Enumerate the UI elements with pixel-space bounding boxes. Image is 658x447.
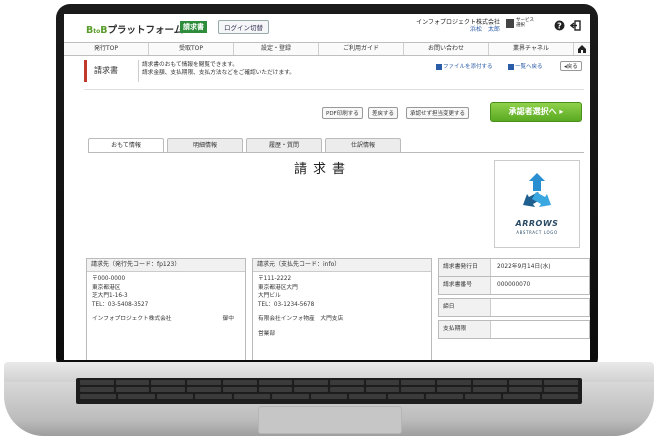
page-title-text: 請求書 <box>94 66 118 75</box>
closing-date-label: 締日 <box>439 299 491 316</box>
keyboard <box>76 378 582 404</box>
billing-to-company-row: インフォプロジェクト株式会社 御中 <box>92 315 240 324</box>
home-icon[interactable] <box>574 43 590 55</box>
billing-to-body: 〒000-0000 東京都港区 芝大門1-16-3 TEL：03-5408-35… <box>87 272 245 327</box>
tab-bar: おもて情報 明細情報 履歴・質問 仕訳情報 <box>88 138 401 153</box>
nav-issue-top[interactable]: 発行TOP <box>64 43 149 55</box>
billing-from-address-2: 大門ビル <box>258 293 281 300</box>
company-logo-box: ARROWS ABSTRACT LOGO <box>494 160 580 248</box>
invoice-number-row: 請求書番号 000000070 <box>438 276 590 295</box>
billing-from-company: 有限会社インフォ物産 大門支店 <box>258 316 344 323</box>
heading-divider <box>138 60 139 82</box>
question-circle-icon[interactable]: ? <box>554 20 565 31</box>
logo-subtitle: ABSTRACT LOGO <box>516 230 558 235</box>
attach-file-link[interactable]: ファイルを添付する <box>436 62 493 70</box>
reject-button[interactable]: 差戻する <box>368 107 399 119</box>
app-logo[interactable]: BtoBプラットフォーム <box>86 22 183 36</box>
billing-from-zip: 〒111-2222 <box>258 276 292 282</box>
chevron-right-icon: ▸ <box>559 107 564 116</box>
attach-file-label: ファイルを添付する <box>443 64 493 70</box>
billing-to-honorific: 御中 <box>222 316 234 323</box>
list-link[interactable]: 一覧へ戻る <box>508 62 543 70</box>
nav-guide[interactable]: ご利用ガイド <box>319 43 404 55</box>
tab-detail-info[interactable]: 明細情報 <box>167 138 243 152</box>
invoice-number-value: 000000070 <box>497 282 531 288</box>
payment-due-row: 支払期限 <box>438 320 590 339</box>
back-label: 戻る <box>566 64 578 70</box>
payment-due-label: 支払期限 <box>439 321 491 338</box>
trackpad <box>258 406 402 434</box>
billing-to-header: 請求先（発行先コード：fp123） <box>87 259 245 272</box>
header-separator <box>84 89 584 90</box>
billing-from-panel: 請求元（支払先コード：info） 〒111-2222 東京都港区大門 大門ビル … <box>252 258 432 360</box>
billing-to-address-1: 東京都港区 <box>92 284 121 291</box>
billing-from-tel: TEL：03-1234-5678 <box>258 301 315 308</box>
service-label-2: 選択 <box>516 23 525 28</box>
screen: BtoBプラットフォーム 請求書 ログイン切替 インフォプロジェクト株式会社 浜… <box>64 14 590 360</box>
company-info: インフォプロジェクト株式会社 浜松 太郎 <box>410 19 500 33</box>
billing-to-tel: TEL：03-5408-3527 <box>92 301 149 308</box>
billing-to-zip: 〒000-0000 <box>92 276 126 282</box>
closing-date-row: 締日 <box>438 298 590 317</box>
issue-date-label: 請求書発行日 <box>439 259 491 276</box>
nav-industry-channel[interactable]: 業界チャネル <box>489 43 574 55</box>
nav-contact[interactable]: お問い合わせ <box>404 43 489 55</box>
list-icon <box>508 63 514 70</box>
invoice-number-label: 請求書番号 <box>439 277 491 294</box>
page-description: 請求書のおもて情報を閲覧できます。 請求金額、支払期限、支払方法などをご確認いた… <box>142 61 392 77</box>
billing-from-address-1: 東京都港区大門 <box>258 284 298 291</box>
app-header: BtoBプラットフォーム 請求書 ログイン切替 インフォプロジェクト株式会社 浜… <box>64 14 590 40</box>
approve-select-button[interactable]: 承認者選択へ ▸ <box>490 102 582 122</box>
service-select[interactable]: サービス 選択 <box>506 18 534 28</box>
attach-file-icon <box>436 63 442 70</box>
logo-name: ARROWS <box>515 219 559 228</box>
service-grid-icon <box>506 18 514 28</box>
tab-history[interactable]: 履歴・質問 <box>246 138 322 152</box>
billing-to-address-2: 芝大門1-16-3 <box>92 293 128 300</box>
back-button[interactable]: ◂戻る <box>560 61 582 71</box>
logo-letter-b2: B <box>100 25 108 36</box>
logo-tag: 請求書 <box>180 21 207 33</box>
user-name[interactable]: 浜松 太郎 <box>410 26 500 33</box>
billing-to-company: インフォプロジェクト株式会社 <box>92 316 172 323</box>
document-title: 請求書 <box>294 162 352 177</box>
tab-journal[interactable]: 仕訳情報 <box>325 138 401 152</box>
approve-label: 承認者選択へ <box>508 107 557 116</box>
desc-line-1: 請求書のおもて情報を閲覧できます。 <box>142 62 238 68</box>
billing-from-header: 請求元（支払先コード：info） <box>253 259 431 272</box>
forward-button[interactable]: 承認せず担当変更する <box>406 107 470 119</box>
svg-text:?: ? <box>557 21 562 30</box>
issue-date-row: 請求書発行日 2022年9月14日(水) <box>438 258 590 277</box>
desc-line-2: 請求金額、支払期限、支払方法などをご確認いただけます。 <box>142 70 295 76</box>
tab-underline <box>88 152 584 153</box>
tab-front-info[interactable]: おもて情報 <box>88 138 164 153</box>
pdf-print-button[interactable]: PDF印刷する <box>322 107 363 119</box>
list-link-label: 一覧へ戻る <box>515 64 543 70</box>
nav-settings[interactable]: 設定・登録 <box>234 43 319 55</box>
laptop-base <box>4 362 654 436</box>
billing-from-dept: 営業部 <box>258 330 276 337</box>
issue-date-value: 2022年9月14日(水) <box>497 264 551 270</box>
login-switch-button[interactable]: ログイン切替 <box>218 20 269 34</box>
billing-from-body: 〒111-2222 東京都港区大門 大門ビル TEL：03-1234-5678 … <box>253 272 431 342</box>
logo-text: プラットフォーム <box>107 25 184 36</box>
billing-to-panel: 請求先（発行先コード：fp123） 〒000-0000 東京都港区 芝大門1-1… <box>86 258 246 360</box>
logout-icon[interactable] <box>569 20 581 31</box>
nav-receive-top[interactable]: 受取TOP <box>149 43 234 55</box>
company-name: インフォプロジェクト株式会社 <box>416 19 500 26</box>
main-nav: 発行TOP 受取TOP 設定・登録 ご利用ガイド お問い合わせ 業界チャネル <box>64 42 590 56</box>
arrows-logo-icon <box>523 173 551 207</box>
